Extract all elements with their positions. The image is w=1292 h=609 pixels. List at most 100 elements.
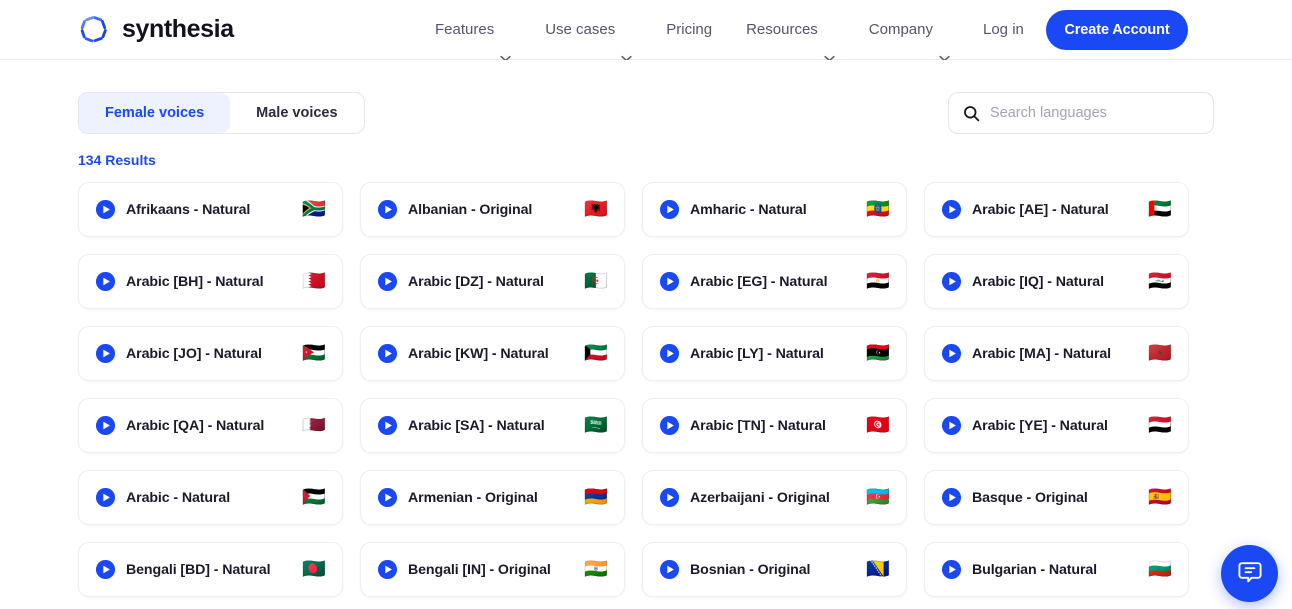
nav-label: Use cases [545,0,615,60]
voice-card[interactable]: Arabic [EG] - Natural 🇪🇬 [642,254,907,309]
voice-card[interactable]: Armenian - Original🇦🇲 [360,470,625,525]
voice-card[interactable]: Arabic [SA] - Natural🇸🇦 [360,398,625,453]
country-flag-icon: 🇶🇦 [302,416,326,435]
nav-item-pricing[interactable]: Pricing [649,0,729,60]
voice-label: Arabic [TN] - Natural [690,418,858,434]
voice-card[interactable]: Arabic [MA] - Natural🇲🇦 [924,326,1189,381]
country-flag-icon: 🇯🇴 [302,344,326,363]
voice-card[interactable]: Amharic - Natural🇪🇹 [642,182,907,237]
voice-card[interactable]: Bulgarian - Natural🇧🇬 [924,542,1189,597]
play-icon[interactable] [377,487,398,508]
voice-card[interactable]: Arabic [KW] - Natural🇰🇼 [360,326,625,381]
gender-tab-group: Female voices Male voices [78,92,365,134]
search-input[interactable] [990,105,1199,121]
voice-card[interactable]: Arabic [YE] - Natural 🇾🇪 [924,398,1189,453]
play-icon[interactable] [941,343,962,364]
play-icon[interactable] [659,415,680,436]
voice-card[interactable]: Afrikaans - Natural 🇿🇦 [78,182,343,237]
nav-item-use-cases[interactable]: Use cases [528,0,649,60]
voice-card[interactable]: Arabic [IQ] - Natural 🇮🇶 [924,254,1189,309]
chat-bubble-icon [1237,559,1263,588]
search-languages-box[interactable] [948,92,1214,134]
play-icon[interactable] [659,271,680,292]
country-flag-icon: 🇿🇦 [302,200,326,219]
country-flag-icon: 🇧🇩 [302,560,326,579]
voice-card[interactable]: Albanian - Original🇦🇱 [360,182,625,237]
nav-item-resources[interactable]: Resources [729,0,852,60]
play-icon[interactable] [95,199,116,220]
country-flag-icon: 🇦🇿 [866,488,890,507]
country-flag-icon: 🇮🇳 [584,560,608,579]
country-flag-icon: 🇧🇦 [866,560,890,579]
play-icon[interactable] [95,343,116,364]
play-icon[interactable] [95,271,116,292]
voice-label: Arabic [YE] - Natural [972,418,1140,434]
main-navigation: Features Use cases Pricing Resources Com… [418,0,967,60]
play-icon[interactable] [941,559,962,580]
site-header: synthesia Features Use cases Pricing Res… [0,0,1292,60]
country-flag-icon: 🇮🇶 [1148,272,1172,291]
play-icon[interactable] [941,199,962,220]
play-icon[interactable] [95,559,116,580]
voice-card[interactable]: Bengali [BD] - Natural 🇧🇩 [78,542,343,597]
voice-label: Afrikaans - Natural [126,202,294,218]
play-icon[interactable] [659,487,680,508]
search-icon [963,105,980,122]
voice-label: Arabic [BH] - Natural [126,274,294,290]
create-account-button[interactable]: Create Account [1046,10,1188,50]
tab-male-voices[interactable]: Male voices [230,93,363,133]
voice-card[interactable]: Bengali [IN] - Original 🇮🇳 [360,542,625,597]
voice-label: Amharic - Natural [690,202,858,218]
play-icon[interactable] [95,415,116,436]
synthesia-logo-icon [78,13,111,46]
country-flag-icon: 🇪🇬 [866,272,890,291]
voice-label: Arabic [AE] - Natural [972,202,1140,218]
voice-card[interactable]: Azerbaijani - Original🇦🇿 [642,470,907,525]
voice-card[interactable]: Arabic [DZ] - Natural🇩🇿 [360,254,625,309]
voice-card[interactable]: Arabic [AE] - Natural 🇦🇪 [924,182,1189,237]
play-icon[interactable] [659,559,680,580]
brand-logo-link[interactable]: synthesia [78,13,234,46]
nav-label: Resources [746,0,818,60]
chevron-down-icon [824,28,835,35]
voice-card[interactable]: Arabic [QA] - Natural🇶🇦 [78,398,343,453]
voice-label: Arabic [MA] - Natural [972,346,1140,362]
play-icon[interactable] [377,199,398,220]
play-icon[interactable] [377,343,398,364]
voice-card[interactable]: Arabic [TN] - Natural🇹🇳 [642,398,907,453]
voice-card[interactable]: Bosnian - Original🇧🇦 [642,542,907,597]
play-icon[interactable] [941,487,962,508]
nav-item-company[interactable]: Company [852,0,967,60]
voice-label: Bengali [IN] - Original [408,562,576,578]
nav-label: Company [869,0,933,60]
play-icon[interactable] [941,415,962,436]
tab-female-voices[interactable]: Female voices [79,93,230,133]
country-flag-icon: 🇱🇾 [866,344,890,363]
chevron-down-icon [500,28,511,35]
play-icon[interactable] [941,271,962,292]
play-icon[interactable] [95,487,116,508]
voice-card[interactable]: Arabic [JO] - Natural🇯🇴 [78,326,343,381]
voice-card[interactable]: Arabic [LY] - Natural🇱🇾 [642,326,907,381]
country-flag-icon: 🇦🇱 [584,200,608,219]
chat-widget-button[interactable] [1221,545,1278,602]
login-link[interactable]: Log in [983,0,1024,60]
country-flag-icon: 🇾🇪 [1148,416,1172,435]
voice-label: Arabic [IQ] - Natural [972,274,1140,290]
country-flag-icon: 🇦🇪 [1148,200,1172,219]
play-icon[interactable] [659,343,680,364]
voices-toolbar: Female voices Male voices [78,92,1214,136]
play-icon[interactable] [377,559,398,580]
play-icon[interactable] [377,271,398,292]
play-icon[interactable] [659,199,680,220]
voice-label: Bengali [BD] - Natural [126,562,294,578]
country-flag-icon: 🇧🇭 [302,272,326,291]
nav-item-features[interactable]: Features [418,0,528,60]
play-icon[interactable] [377,415,398,436]
voice-card[interactable]: Arabic [BH] - Natural 🇧🇭 [78,254,343,309]
voice-label: Bulgarian - Natural [972,562,1140,578]
country-flag-icon: 🇩🇿 [584,272,608,291]
voice-card[interactable]: Arabic - Natural🇵🇸 [78,470,343,525]
voice-label: Arabic [EG] - Natural [690,274,858,290]
voice-card[interactable]: Basque - Original🇪🇸 [924,470,1189,525]
